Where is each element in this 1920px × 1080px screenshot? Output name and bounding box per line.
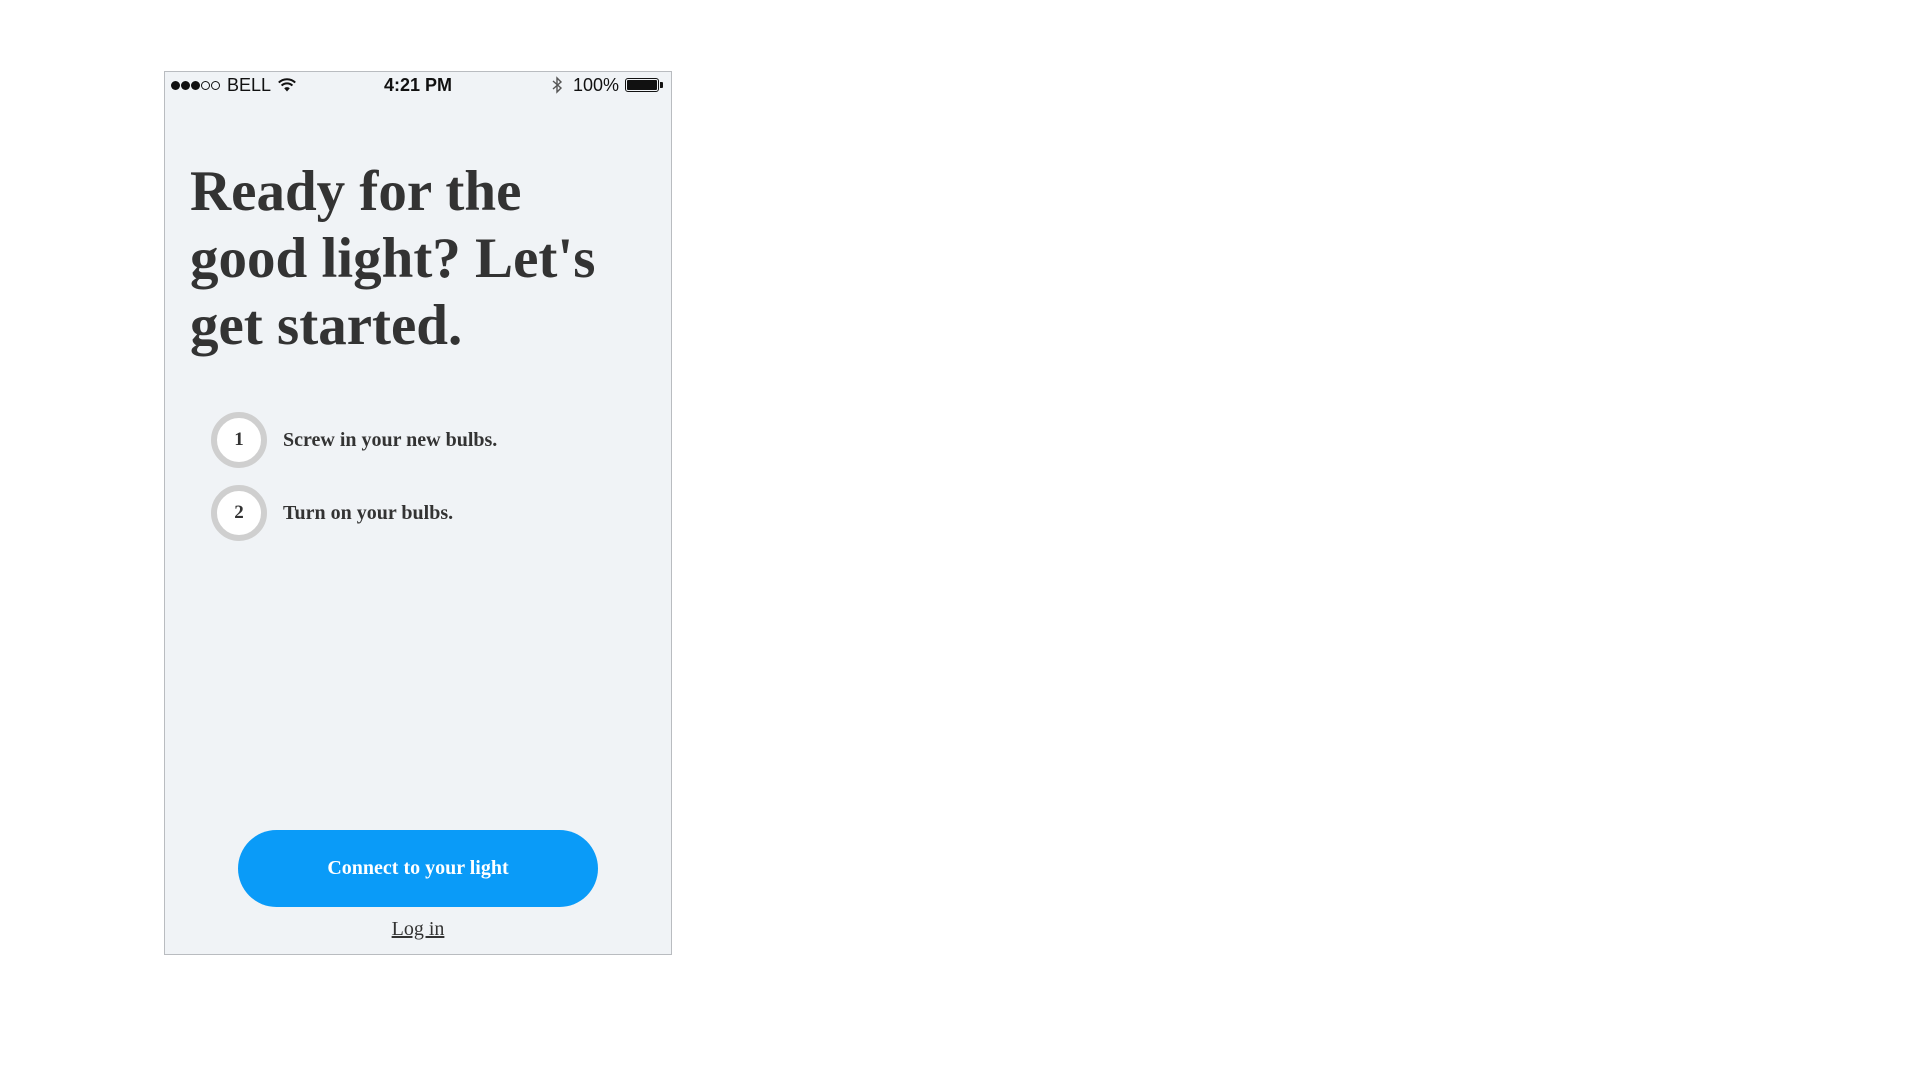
status-bar-right: 100%: [551, 74, 663, 96]
connect-light-button[interactable]: Connect to your light: [238, 830, 598, 907]
step-number-badge: 2: [211, 485, 267, 541]
log-in-link[interactable]: Log in: [165, 918, 671, 941]
step-text: Turn on your bulbs.: [283, 501, 454, 524]
page-title: Ready for the good light? Let's get star…: [190, 160, 596, 357]
step-text: Screw in your new bulbs.: [283, 428, 498, 451]
step-item: 1 Screw in your new bulbs.: [211, 412, 651, 468]
step-number-badge: 1: [211, 412, 267, 468]
battery-icon: [625, 78, 659, 92]
step-item: 2 Turn on your bulbs.: [211, 485, 651, 541]
bluetooth-icon: [552, 76, 562, 94]
status-bar: BELL 4:21 PM 100%: [165, 72, 671, 98]
battery-tip: [660, 82, 663, 88]
setup-steps: 1 Screw in your new bulbs. 2 Turn on you…: [211, 412, 651, 558]
battery-percent: 100%: [572, 74, 619, 95]
battery-level: [627, 80, 657, 90]
phone-screen: BELL 4:21 PM 100% Ready for the good lig…: [164, 71, 672, 955]
